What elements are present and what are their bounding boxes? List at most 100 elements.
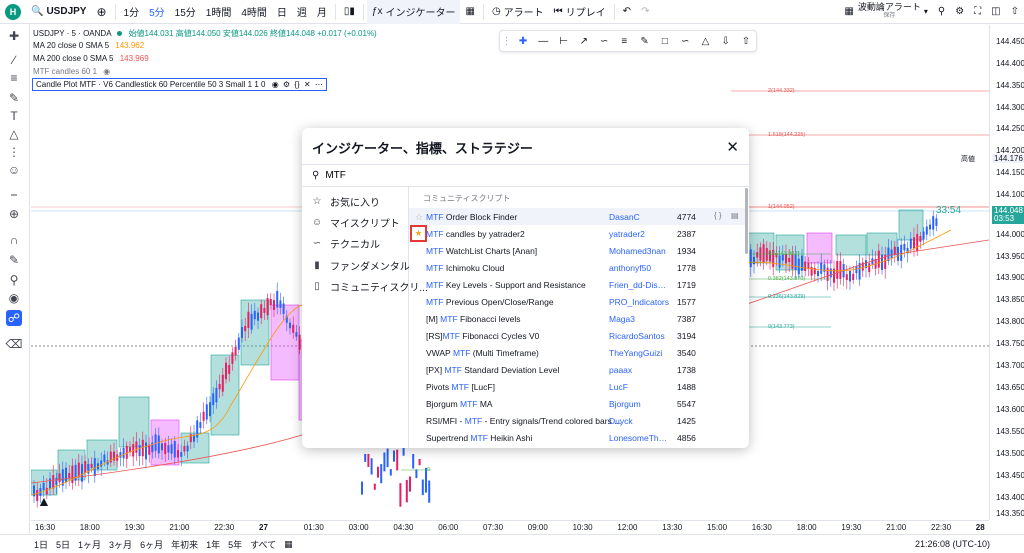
script-row[interactable]: MTF Ichimoku Cloud anthonyf50 1778 — [409, 259, 745, 276]
sidebar-item-technicals[interactable]: ∽ テクニカル — [310, 235, 380, 251]
fib-retracement-icon[interactable]: ≡ — [614, 31, 634, 51]
range-6m[interactable]: 6ヶ月 — [136, 538, 167, 551]
script-author[interactable]: yatrader2 — [609, 229, 669, 239]
interval-week[interactable]: 週 — [292, 0, 312, 24]
gear-icon[interactable]: ⚙ — [283, 80, 290, 89]
user-avatar[interactable]: H — [0, 0, 26, 24]
script-author[interactable]: LonesomeThe... — [609, 433, 669, 443]
price-scale[interactable]: 144.450 144.400 144.350 144.300 144.250 … — [989, 25, 1024, 520]
smiley-icon[interactable]: ☺ — [6, 162, 22, 178]
script-author[interactable]: Mohamed3nan — [609, 246, 669, 256]
undo-button[interactable]: ↶ — [618, 0, 636, 24]
sidebar-item-favorites[interactable]: ☆ お気に入り — [310, 193, 380, 209]
line-icon[interactable]: — — [533, 31, 553, 51]
script-author[interactable]: paaax — [609, 365, 669, 375]
source-code-icon[interactable]: {} — [294, 80, 299, 89]
settings-button[interactable]: ⚙ — [950, 0, 969, 24]
indicators-button[interactable]: ƒx インジケーター — [366, 0, 461, 24]
script-author[interactable]: Maga3 — [609, 314, 669, 324]
star-outline-icon[interactable] — [413, 398, 425, 410]
star-outline-icon[interactable] — [413, 296, 425, 308]
text-icon[interactable]: T — [6, 108, 22, 124]
script-row[interactable]: Pivots MTF [LucF] LucF 1488 — [409, 378, 745, 395]
magnet-icon[interactable]: ∩ — [6, 232, 22, 248]
crosshair-icon[interactable]: ✚ — [6, 28, 22, 44]
star-outline-icon[interactable] — [413, 330, 425, 342]
script-author[interactable]: RicardoSantos — [609, 331, 669, 341]
star-outline-icon[interactable] — [413, 432, 425, 444]
star-outline-icon[interactable]: ☆ — [413, 211, 425, 223]
lock-icon[interactable]: ⚲ — [6, 272, 22, 288]
script-author[interactable]: Frien_dd-DisD... — [609, 280, 669, 290]
horizontal-lines-icon[interactable]: ≡ — [6, 70, 22, 86]
star-filled-icon[interactable]: ★ — [410, 225, 427, 242]
interval-15m[interactable]: 15分 — [170, 0, 201, 24]
rectangle-icon[interactable]: □ — [655, 31, 675, 51]
layout-menu[interactable]: ▦ 波動論アラート 保存 ▾ — [839, 0, 932, 24]
script-row[interactable]: MTF Key Levels - Support and Resistance F… — [409, 276, 745, 293]
star-outline-icon[interactable] — [413, 415, 425, 427]
star-outline-icon[interactable] — [413, 245, 425, 257]
legend-ma20[interactable]: MA 20 close 0 SMA 5 143.962 — [33, 41, 144, 50]
star-outline-icon[interactable] — [413, 262, 425, 274]
range-1y[interactable]: 1年 — [202, 538, 224, 551]
link-icon[interactable]: ☍ — [6, 310, 22, 326]
range-5y[interactable]: 5年 — [224, 538, 246, 551]
horizontal-ray-icon[interactable]: ⊢ — [553, 31, 573, 51]
interval-5m[interactable]: 5分 — [144, 0, 170, 24]
script-author[interactable]: Duyck — [609, 416, 669, 426]
sidebar-item-my-scripts[interactable]: ☺ マイスクリプト — [310, 214, 400, 230]
scrollbar-thumb[interactable] — [745, 188, 748, 254]
drag-handle-icon[interactable]: ⋮ — [500, 31, 513, 51]
redo-button[interactable]: ↷ — [636, 0, 654, 24]
time-axis[interactable]: 16:30 18:00 19:30 21:00 22:30 27 01:30 03:00 04:… — [31, 520, 989, 534]
symbol-search[interactable]: 🔍 USDJPY — [26, 0, 91, 24]
eye-icon[interactable]: ◉ — [272, 80, 279, 89]
script-row[interactable]: VWAP MTF (Multi Timeframe) TheYangGuizi 35… — [409, 344, 745, 361]
script-author[interactable]: DasanC — [609, 212, 669, 222]
range-5d[interactable]: 5日 — [52, 538, 74, 551]
path-icon[interactable]: ∽ — [594, 31, 614, 51]
script-row[interactable]: MTF Previous Open/Close/Range PRO_Indicat… — [409, 293, 745, 310]
script-author[interactable]: LucF — [609, 382, 669, 392]
alert-button[interactable]: ◷ アラート — [487, 0, 549, 24]
compare-symbol-button[interactable]: ⊕ — [91, 0, 111, 24]
quick-search-button[interactable]: ⚲ — [933, 0, 950, 24]
legend-ma200[interactable]: MA 200 close 0 SMA 5 143.969 — [33, 54, 149, 63]
ruler-icon[interactable]: ⎯ — [6, 186, 22, 202]
date-range-icon[interactable]: ▦ — [280, 539, 297, 550]
legend-candle-plot[interactable]: Candle Plot MTF · V6 Candlestick 60 Perc… — [32, 78, 327, 91]
zoom-in-icon[interactable]: ⊕ — [6, 206, 22, 222]
eye-off-icon[interactable]: ◉ — [103, 67, 110, 76]
range-1m[interactable]: 1ヶ月 — [74, 538, 105, 551]
arrow-down-icon[interactable]: ⇩ — [716, 31, 736, 51]
prediction-icon[interactable]: ⋮ — [6, 144, 22, 160]
star-outline-icon[interactable] — [413, 364, 425, 376]
arrow-up-icon[interactable]: ⇧ — [736, 31, 756, 51]
script-author[interactable]: anthonyf50 — [609, 263, 669, 273]
script-author[interactable]: PRO_Indicators — [609, 297, 669, 307]
close-icon[interactable]: ✕ — [726, 138, 739, 156]
script-row[interactable]: RSI/MFI - MTF - Entry signals/Trend colo… — [409, 412, 745, 429]
script-row[interactable]: ☆ MTF Order Block Finder DasanC 4774 { } ▤ — [409, 208, 745, 225]
interval-4h[interactable]: 4時間 — [236, 0, 272, 24]
interval-day[interactable]: 日 — [272, 0, 292, 24]
eye-icon[interactable]: ◉ — [6, 290, 22, 306]
chart-type-button[interactable]: ▯▮ — [339, 0, 360, 24]
script-row[interactable]: [M] MTF Fibonacci levels Maga3 7387 — [409, 310, 745, 327]
pattern-icon[interactable]: ∽ — [675, 31, 695, 51]
trend-line-icon[interactable]: ∕ — [6, 52, 22, 68]
script-row[interactable]: Supertrend MTF Heikin Ashi LonesomeThe...… — [409, 429, 745, 446]
star-outline-icon[interactable] — [413, 313, 425, 325]
script-row[interactable]: MTF WatchList Charts [Anan] Mohamed3nan 19… — [409, 242, 745, 259]
brush-icon[interactable]: ✎ — [634, 31, 654, 51]
more-icon[interactable]: ⋯ — [315, 80, 323, 89]
close-icon[interactable]: ✕ — [304, 80, 311, 89]
triangle-icon[interactable]: △ — [695, 31, 715, 51]
lock-drawing-icon[interactable]: ✎ — [6, 252, 22, 268]
script-author[interactable]: TheYangGuizi — [609, 348, 669, 358]
trash-icon[interactable]: ⌫ — [6, 336, 23, 352]
legend-mtf-candles[interactable]: MTF candles 60 1 ◉ — [33, 67, 110, 76]
interval-month[interactable]: 月 — [312, 0, 332, 24]
star-outline-icon[interactable] — [413, 279, 425, 291]
